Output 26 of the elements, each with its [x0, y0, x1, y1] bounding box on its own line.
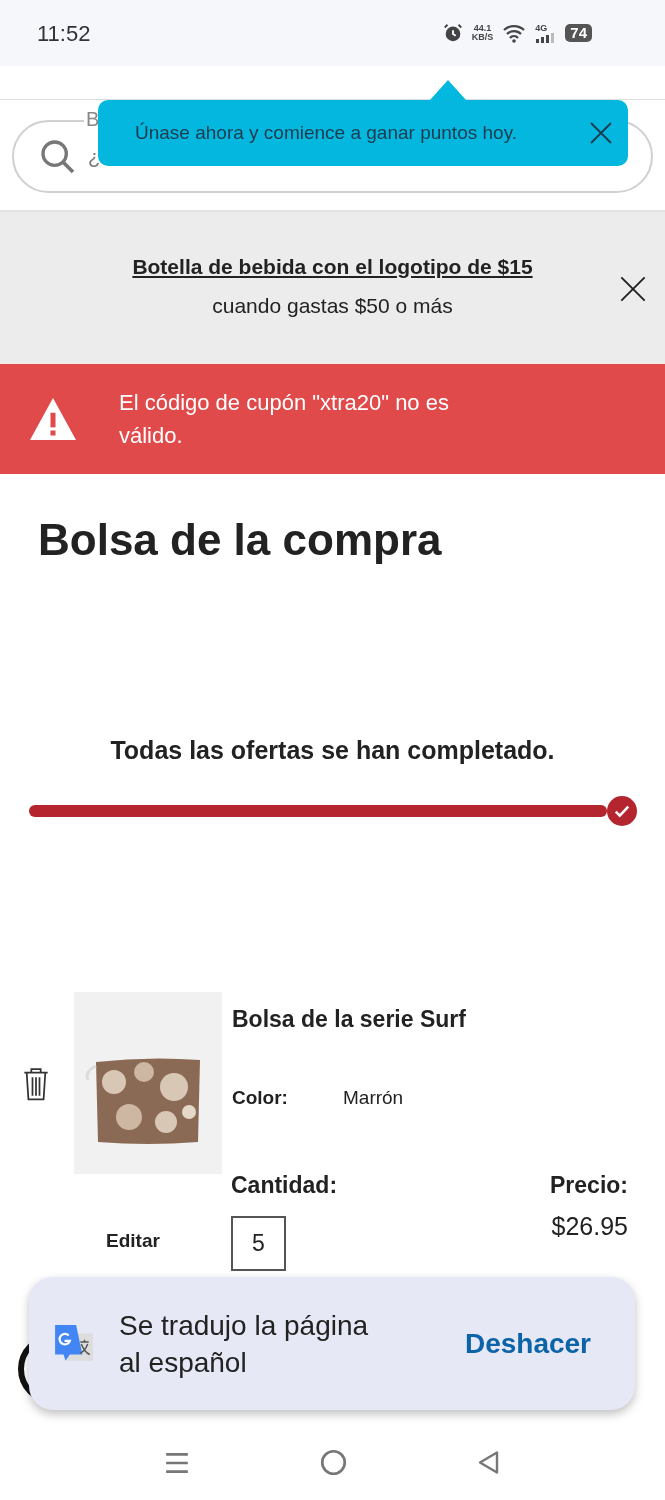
price-value: $26.95 [551, 1211, 628, 1242]
color-value: Marrón [343, 1086, 404, 1110]
promo-text: cuando gastas $50 o más [212, 293, 453, 319]
page-title: Bolsa de la compra [37, 514, 443, 566]
offers-message: Todas las ofertas se han completado. [110, 735, 555, 766]
close-button[interactable] [619, 275, 647, 303]
color-label: Color: [232, 1086, 289, 1110]
undo-button[interactable]: Deshacer [464, 1322, 591, 1365]
tooltip-text: Únase ahora y comience a ganar puntos hoy. [135, 120, 517, 145]
edit-link[interactable]: Editar [106, 1226, 160, 1255]
back-icon[interactable] [477, 1449, 501, 1476]
quantity-label: Cantidad: [231, 1170, 339, 1200]
speed-unit: KB/S [471, 33, 494, 42]
toast-message: Se tradujo la página al español [119, 1308, 370, 1380]
battery-level: 74 [565, 24, 592, 42]
clock-time: 11:52 [37, 19, 91, 48]
quantity-field[interactable]: 5 [231, 1216, 286, 1271]
error-message: El código de cupón "xtra20" no es válido. [119, 389, 450, 450]
warning-icon [27, 396, 79, 442]
promo-link[interactable]: Botella de bebida con el logotipo de $15 [132, 250, 533, 282]
network-speed: 44.1 [473, 24, 492, 33]
home-icon[interactable] [320, 1449, 347, 1476]
network-type: 4G [535, 23, 548, 33]
alarm-icon [441, 22, 464, 44]
product-name: Bolsa de la serie Surf [232, 1004, 466, 1034]
price-label: Precio: [550, 1170, 628, 1200]
